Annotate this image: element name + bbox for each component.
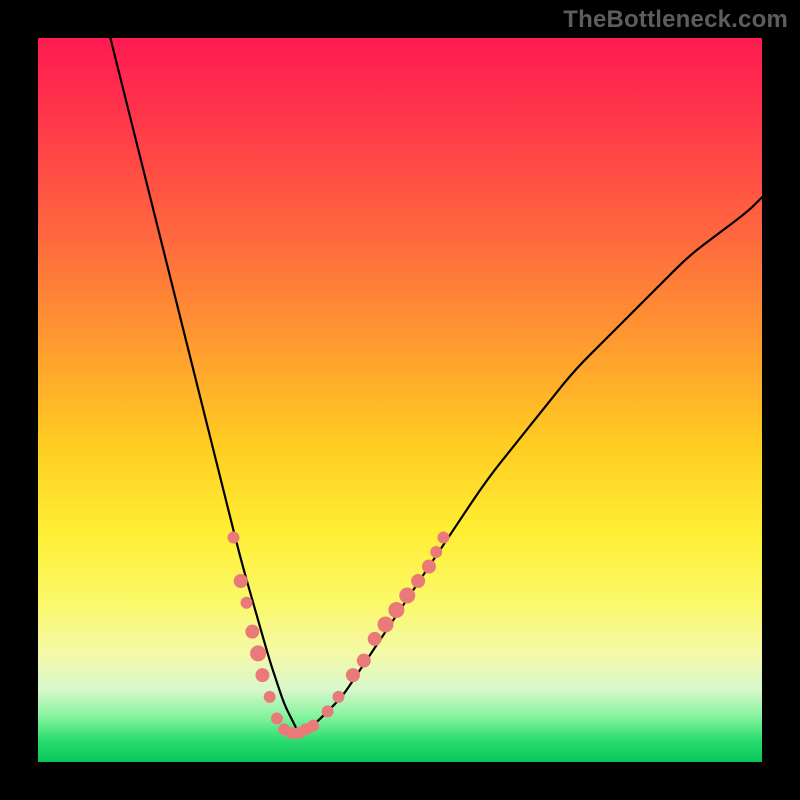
data-dot [357,654,371,668]
data-dot [322,705,334,717]
highlight-dots [227,532,449,739]
data-dot [430,546,442,558]
data-dot [264,691,276,703]
data-dot [234,574,248,588]
data-dot [227,532,239,544]
data-dot [250,645,266,661]
data-dot [388,602,404,618]
data-dot [437,532,449,544]
chart-frame: TheBottleneck.com [0,0,800,800]
data-dot [378,616,394,632]
watermark-text: TheBottleneck.com [563,6,788,34]
data-dot [422,560,436,574]
data-dot [346,668,360,682]
data-dot [241,597,253,609]
data-dot [245,625,259,639]
curve-right [299,197,762,733]
data-dot [399,587,415,603]
data-dot [271,713,283,725]
chart-svg [38,38,762,762]
data-dot [307,720,319,732]
plot-area [38,38,762,762]
data-dot [368,632,382,646]
data-dot [332,691,344,703]
data-dot [411,574,425,588]
curve-left [110,38,298,733]
data-dot [255,668,269,682]
